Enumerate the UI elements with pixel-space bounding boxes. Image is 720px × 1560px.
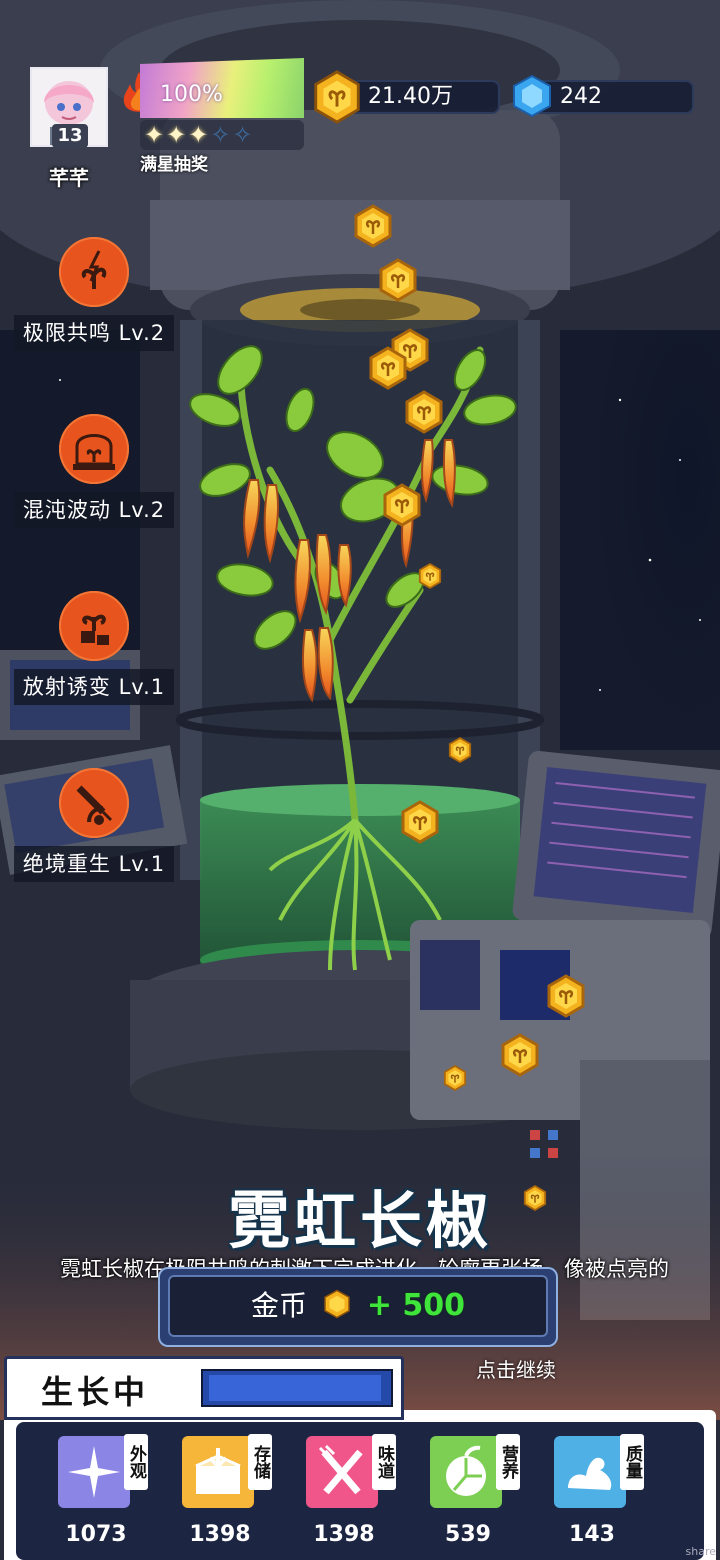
stats-panel-inner: 外观 1073 存储 1398 味道 1398 营养 539 质量 143 [16,1422,704,1560]
star-filled-icon: ✦ [166,121,189,149]
star-empty-icon: ✧ [210,121,233,149]
stats-panel: 外观 1073 存储 1398 味道 1398 营养 539 质量 143 [4,1410,716,1560]
stat-value: 143 [569,1522,615,1547]
box-icon [182,1436,254,1508]
stat-tag: 质量 [620,1434,644,1490]
stat-nutrition[interactable]: 营养 539 [424,1434,536,1554]
utensils-icon [306,1436,378,1508]
stat-appearance[interactable]: 外观 1073 [52,1434,164,1554]
coin-amount: 21.40万 [368,84,453,109]
sparkle-icon [58,1436,130,1508]
stat-taste[interactable]: 味道 1398 [300,1434,412,1554]
skill-label: 绝境重生 Lv.1 [14,846,174,882]
lemon-icon [430,1436,502,1508]
reward-label: 金币 [250,1289,307,1322]
stat-value: 1073 [65,1522,127,1547]
star-filled-icon: ✦ [188,121,211,149]
stat-tag: 味道 [372,1434,396,1490]
heat-percent: 100% [160,82,223,107]
reward-popup[interactable]: 金币 + 500 [158,1267,558,1347]
growth-progress-bar [201,1369,393,1407]
stat-quality[interactable]: 质量 143 [548,1434,660,1554]
stat-storage[interactable]: 存储 1398 [176,1434,288,1554]
syringe-plant-icon [59,768,129,838]
sprout-box-icon [59,591,129,661]
stat-tag: 存储 [248,1434,272,1490]
plant-name-title: 霓虹长椒 [227,1184,492,1257]
watermark: share [685,1545,717,1558]
growth-status-label: 生长中 [41,1373,150,1411]
growth-progress-fill [209,1375,381,1401]
star-empty-icon: ✧ [232,121,255,149]
coin-icon [314,70,360,124]
stat-value: 1398 [189,1522,251,1547]
skill-label: 放射诱变 Lv.1 [14,669,174,705]
tap-to-continue[interactable]: 点击继续 [476,1354,556,1383]
greenhouse-icon [59,414,129,484]
muscle-icon [554,1436,626,1508]
full-star-lottery-label[interactable]: 满星抽奖 [140,150,208,175]
reward-content: 金币 + 500 [168,1275,548,1337]
star-filled-icon: ✦ [144,121,167,149]
diamond-icon [513,74,551,118]
skill-label: 极限共鸣 Lv.2 [14,315,174,351]
skill-label: 混沌波动 Lv.2 [14,492,174,528]
gem-amount: 242 [560,84,602,109]
stat-value: 539 [445,1522,491,1547]
stat-tag: 外观 [124,1434,148,1490]
coin-icon [324,1289,350,1319]
reward-amount: + 500 [366,1288,466,1323]
star-rating[interactable]: ✦✦✦✧✧ [140,120,304,150]
player-name: 芊芊 [49,166,89,190]
stat-value: 1398 [313,1522,375,1547]
player-level-badge: 13 [52,124,88,148]
stat-tag: 营养 [496,1434,520,1490]
growth-status-tab: 生长中 [4,1356,404,1420]
lightning-sprout-icon [59,237,129,307]
